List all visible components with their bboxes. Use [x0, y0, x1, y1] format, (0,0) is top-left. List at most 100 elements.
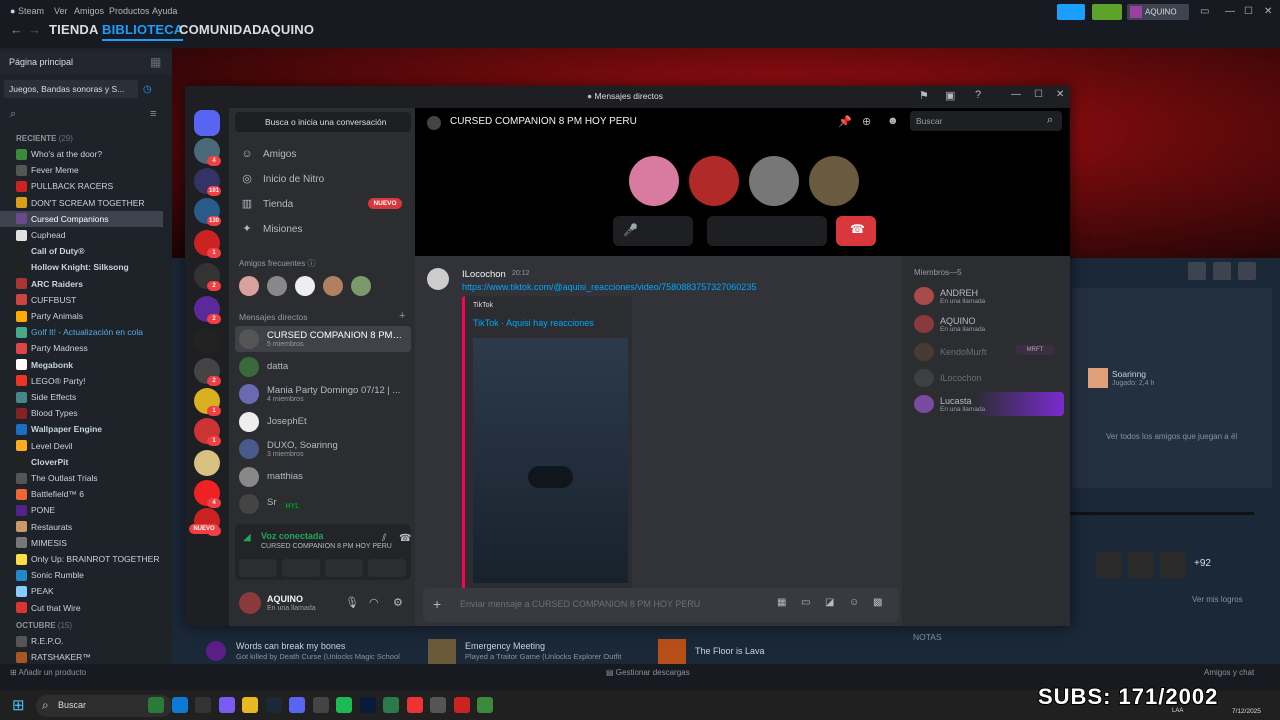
- add-member-icon[interactable]: ⊕: [862, 115, 871, 128]
- info-icon[interactable]: [1213, 262, 1231, 280]
- game-list-item[interactable]: Fever Meme: [0, 162, 163, 178]
- add-dm-icon[interactable]: +: [399, 310, 405, 322]
- github-icon[interactable]: [430, 697, 446, 713]
- edge-icon[interactable]: [171, 697, 188, 713]
- call-participant[interactable]: [749, 156, 799, 206]
- apps-icon[interactable]: ▩: [873, 597, 882, 608]
- members-icon[interactable]: ☻: [887, 115, 899, 127]
- embed-title[interactable]: TikTok · Aquisi hay reacciones: [473, 318, 594, 328]
- game-list-item[interactable]: CloverPit: [0, 454, 163, 470]
- copilot-icon[interactable]: [218, 697, 235, 713]
- server-icon[interactable]: [194, 450, 220, 476]
- game-list-item[interactable]: Only Up: BRAINROT TOGETHER: [0, 551, 163, 567]
- game-list-item[interactable]: Party Madness: [0, 340, 163, 356]
- steam-icon[interactable]: [265, 697, 282, 713]
- message-link[interactable]: https://www.tiktok.com/@aquisi_reaccione…: [462, 282, 756, 292]
- add-product-button[interactable]: ⊞ Añadir un producto: [10, 668, 86, 677]
- minimize-icon[interactable]: —: [1011, 89, 1021, 100]
- search-input[interactable]: Buscar ⌕: [910, 111, 1062, 131]
- avatar[interactable]: [427, 268, 449, 290]
- back-icon[interactable]: ←: [10, 22, 23, 37]
- filter-icon[interactable]: ≡: [150, 108, 156, 120]
- member-item[interactable]: ANDREH En una llamada: [914, 284, 1064, 308]
- menu-ayuda[interactable]: Ayuda: [152, 6, 177, 16]
- friend-avatar[interactable]: [239, 276, 259, 296]
- nav-amigos[interactable]: ☺ Amigos: [241, 148, 296, 160]
- dm-item[interactable]: JosephEt: [235, 409, 411, 435]
- announce-button[interactable]: [1057, 4, 1085, 20]
- game-list-item[interactable]: PEAK: [0, 583, 163, 599]
- folder-icon[interactable]: [242, 697, 258, 713]
- spotify-icon[interactable]: [336, 697, 352, 713]
- settings-icon[interactable]: [1188, 262, 1206, 280]
- headphones-icon[interactable]: ◠: [369, 596, 379, 609]
- search-icon[interactable]: ⌕: [10, 108, 16, 121]
- clock-icon[interactable]: ◷: [143, 84, 152, 95]
- game-list-item[interactable]: Blood Types: [0, 405, 163, 421]
- nav-misiones[interactable]: ✦ Misiones: [241, 223, 302, 235]
- emoji-icon[interactable]: ☺: [849, 597, 859, 608]
- inbox-icon[interactable]: ⚑: [919, 89, 929, 102]
- game-list-item[interactable]: Side Effects: [0, 389, 163, 405]
- dm-item[interactable]: matthias: [235, 464, 411, 490]
- member-item[interactable]: AQUINO En una llamada: [914, 312, 1064, 336]
- discord-home-icon[interactable]: [194, 110, 220, 136]
- call-participant[interactable]: [629, 156, 679, 206]
- chrome-icon[interactable]: [406, 697, 423, 713]
- game-list-item[interactable]: Party Animals: [0, 308, 163, 324]
- friend-avatar[interactable]: [351, 276, 371, 296]
- game-list-item[interactable]: R.E.P.O.: [0, 633, 163, 649]
- hangup-button[interactable]: ☎: [836, 216, 876, 246]
- nav-biblioteca[interactable]: BIBLIOTECA: [102, 22, 184, 41]
- game-list-item[interactable]: Who's at the door?: [0, 146, 163, 162]
- game-list-item[interactable]: CUFFBUST: [0, 292, 163, 308]
- search-conversation-input[interactable]: Busca o inicia una conversación: [235, 112, 411, 132]
- camera-button[interactable]: [239, 559, 277, 577]
- message-author[interactable]: ILocochon: [462, 269, 506, 280]
- settings-icon[interactable]: ⚙: [393, 596, 403, 609]
- see-friends-link[interactable]: Ver todos los amigos que juegan a él: [1106, 432, 1237, 441]
- mic-icon[interactable]: 🎙: [345, 596, 359, 609]
- nav-nitro[interactable]: ◎ Inicio de Nitro: [241, 173, 324, 185]
- heart-icon[interactable]: [1238, 262, 1256, 280]
- member-item[interactable]: Lucasta En una llamada: [914, 392, 1064, 416]
- opera-icon[interactable]: [453, 697, 470, 713]
- nav-tienda[interactable]: ▥ Tienda: [241, 198, 293, 210]
- game-list-item[interactable]: Level Devil: [0, 438, 163, 454]
- friend-avatar[interactable]: [295, 276, 315, 296]
- game-list-item[interactable]: Cursed Companions: [0, 210, 163, 227]
- gift-icon[interactable]: ▦: [777, 597, 786, 608]
- notifications-button[interactable]: [1092, 4, 1122, 20]
- dm-item[interactable]: Sr HYL: [235, 491, 411, 517]
- game-list-item[interactable]: DON'T SCREAM TOGETHER: [0, 195, 163, 211]
- friend-avatar[interactable]: [323, 276, 343, 296]
- avatar[interactable]: [239, 592, 261, 614]
- call-participant[interactable]: [689, 156, 739, 206]
- screenshare-button[interactable]: [282, 559, 320, 577]
- home-button[interactable]: Página principal ▦: [0, 52, 172, 74]
- forward-icon[interactable]: →: [28, 22, 41, 37]
- menu-amigos[interactable]: Amigos: [74, 6, 104, 16]
- minecraft-icon[interactable]: [477, 697, 493, 713]
- activities-button[interactable]: [325, 559, 363, 577]
- library-filter[interactable]: Juegos, Bandas sonoras y S...: [4, 80, 138, 98]
- windows-start-icon[interactable]: ⊞: [12, 696, 25, 714]
- game-list-item[interactable]: Restaurats: [0, 519, 163, 535]
- steam-menu[interactable]: ● Steam: [10, 6, 44, 16]
- nav-tienda[interactable]: TIENDA: [49, 22, 99, 37]
- game-list-item[interactable]: Call of Duty®: [0, 243, 163, 259]
- call-controls[interactable]: [707, 216, 827, 246]
- dm-item[interactable]: DUXO, Soarinng 3 miembros: [235, 436, 411, 462]
- game-list-item[interactable]: Battlefield™ 6: [0, 486, 163, 502]
- sticker-icon[interactable]: ◪: [825, 597, 834, 608]
- friend-avatar[interactable]: [267, 276, 287, 296]
- game-list-item[interactable]: LEGO® Party!: [0, 373, 163, 389]
- dm-item[interactable]: datta: [235, 354, 411, 380]
- message-input[interactable]: + Enviar mensaje a CURSED COMPANION 8 PM…: [423, 588, 899, 622]
- help-icon[interactable]: ?: [975, 89, 981, 101]
- noise-icon[interactable]: ⫽: [382, 533, 386, 544]
- game-list-item[interactable]: Megabonk: [0, 357, 163, 373]
- call-participant[interactable]: [809, 156, 859, 206]
- photoshop-icon[interactable]: [359, 697, 376, 713]
- close-icon[interactable]: ✕: [1264, 6, 1272, 17]
